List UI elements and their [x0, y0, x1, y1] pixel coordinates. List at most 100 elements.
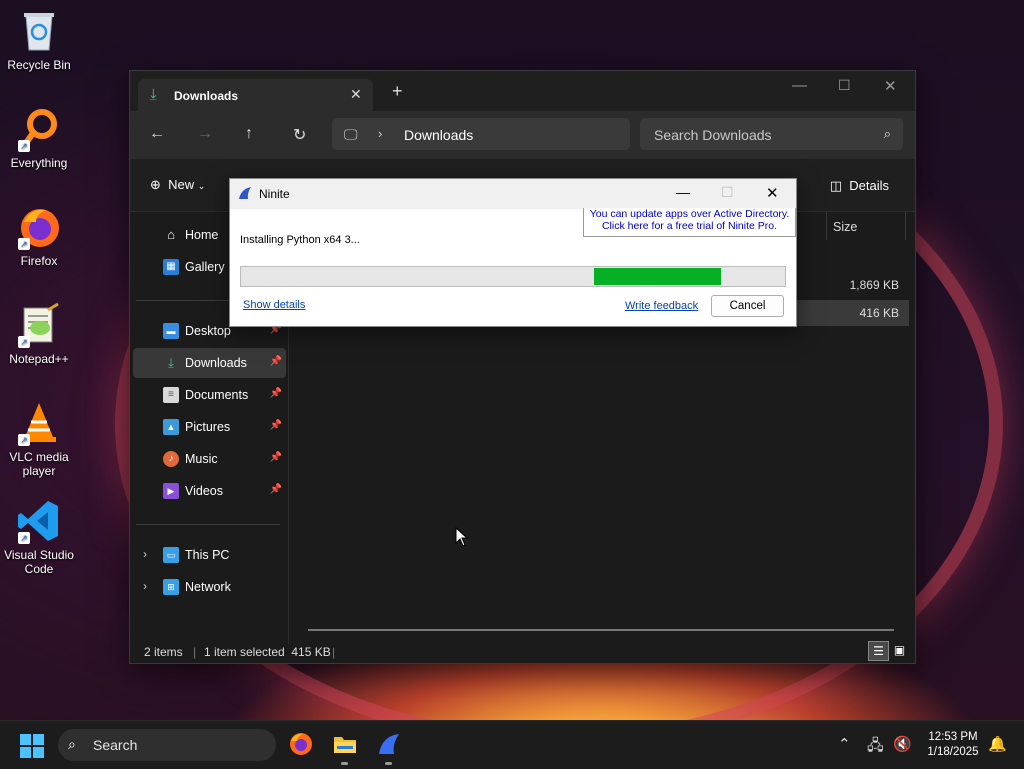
minimize-button[interactable]: —: [676, 184, 690, 200]
back-button[interactable]: ←: [149, 125, 165, 143]
promo-line: Click here for a free trial of Ninite Pr…: [601, 220, 778, 232]
new-tab-button[interactable]: +: [392, 82, 403, 100]
sidebar-item-music[interactable]: ♪ Music 📌: [133, 444, 286, 474]
ninite-logo-icon: [238, 186, 252, 200]
desktop-icon-label: Recycle Bin: [7, 58, 71, 72]
desktop-icon: ▬: [163, 323, 179, 339]
pin-icon[interactable]: 📌: [270, 356, 282, 367]
details-label: Details: [849, 178, 889, 193]
taskbar-clock[interactable]: 12:53 PM 1/18/2025: [920, 730, 986, 760]
vlc-icon: ↗: [16, 400, 62, 446]
sidebar-item-label: Home: [185, 228, 219, 242]
install-progress-bar: [240, 266, 786, 287]
desktop-icon-firefox[interactable]: ↗ Firefox: [1, 204, 77, 268]
cancel-button[interactable]: Cancel: [711, 295, 784, 317]
chevron-right-icon[interactable]: ›: [143, 547, 147, 561]
this-pc-icon: ▭: [163, 547, 179, 563]
details-pane-icon: ◫: [829, 178, 843, 193]
ninite-pro-promo-link[interactable]: You can update apps over Active Director…: [583, 208, 796, 237]
everything-search-icon: ↗: [16, 106, 62, 152]
tab-title: Downloads: [174, 89, 239, 103]
running-indicator: [385, 762, 392, 765]
running-indicator: [341, 762, 348, 765]
sidebar-item-downloads[interactable]: ⤓ Downloads 📌: [133, 348, 286, 378]
tiles-view-icon[interactable]: ▣: [890, 641, 909, 659]
status-separator: |: [193, 645, 197, 659]
taskbar-app-ninite[interactable]: [375, 731, 403, 765]
breadcrumb-downloads[interactable]: Downloads: [404, 127, 473, 143]
gallery-icon: ▦: [163, 259, 179, 275]
start-button[interactable]: [20, 734, 44, 758]
pictures-icon: ▲: [163, 419, 179, 435]
videos-icon: ▶: [163, 483, 179, 499]
install-progress-fill: [593, 268, 722, 285]
column-header-size[interactable]: Size: [826, 212, 906, 240]
close-tab-icon[interactable]: ✕: [350, 86, 362, 103]
minimize-button[interactable]: —: [792, 77, 807, 94]
search-icon: ⌕: [883, 126, 891, 141]
chevron-right-icon[interactable]: ›: [143, 579, 147, 593]
sidebar-item-this-pc[interactable]: › ▭ This PC: [133, 540, 286, 570]
desktop-icon-recycle-bin[interactable]: Recycle Bin: [1, 8, 77, 72]
firefox-icon: ↗: [16, 204, 62, 250]
notepad-plus-plus-icon: ↗: [16, 302, 62, 348]
monitor-icon: 🖵: [344, 126, 358, 142]
sidebar-item-label: Music: [185, 452, 218, 466]
search-placeholder: Search Downloads: [654, 127, 772, 143]
ninite-icon: [379, 734, 399, 754]
forward-button[interactable]: →: [197, 125, 213, 143]
desktop-icon-vscode[interactable]: ↗ Visual Studio Code: [1, 498, 77, 576]
desktop-icon-vlc[interactable]: ↗ VLC media player: [1, 400, 77, 478]
search-box[interactable]: Search Downloads ⌕: [640, 118, 903, 150]
new-button[interactable]: ⊕ New ⌄: [150, 177, 205, 193]
tab-downloads[interactable]: ⤓ Downloads ✕: [138, 79, 373, 111]
status-separator: |: [332, 645, 336, 659]
desktop-icon-notepad-plus-plus[interactable]: ↗ Notepad++: [1, 302, 77, 366]
up-button[interactable]: ↑: [245, 125, 253, 143]
notifications-bell-icon[interactable]: 🔔: [988, 735, 1007, 753]
breadcrumb-separator: ›: [378, 126, 383, 141]
maximize-button[interactable]: ☐: [838, 77, 851, 94]
install-status-text: Installing Python x64 3...: [240, 234, 360, 246]
network-status-icon[interactable]: 🖧: [867, 735, 884, 760]
sidebar-divider: [136, 524, 280, 525]
close-window-button[interactable]: ✕: [884, 77, 897, 95]
pin-icon[interactable]: 📌: [270, 452, 282, 463]
pin-icon[interactable]: 📌: [270, 484, 282, 495]
vscode-icon: ↗: [16, 498, 62, 544]
close-dialog-button[interactable]: ✕: [766, 184, 779, 202]
write-feedback-link[interactable]: Write feedback: [625, 300, 698, 312]
music-icon: ♪: [163, 451, 179, 467]
horizontal-scrollbar[interactable]: [308, 629, 894, 631]
sidebar-item-label: This PC: [185, 548, 230, 562]
sidebar-item-network[interactable]: › ⊞ Network: [133, 572, 286, 602]
download-arrow-icon: ⤓: [150, 86, 157, 103]
details-view-icon[interactable]: ☰: [868, 641, 889, 661]
taskbar-app-firefox[interactable]: [287, 731, 315, 759]
sidebar-item-label: Network: [185, 580, 231, 594]
refresh-button[interactable]: ↻: [293, 125, 306, 145]
sidebar-item-label: Documents: [185, 388, 249, 402]
taskbar-app-file-explorer[interactable]: [331, 731, 359, 765]
show-details-link[interactable]: Show details: [243, 299, 305, 311]
desktop-icon-everything[interactable]: ↗ Everything: [1, 106, 77, 170]
plus-circle-icon: ⊕: [150, 177, 161, 192]
address-bar[interactable]: 🖵 › Downloads: [332, 118, 630, 150]
pin-icon[interactable]: 📌: [270, 388, 282, 399]
sidebar-item-documents[interactable]: ≡ Documents 📌: [133, 380, 286, 410]
volume-muted-icon[interactable]: 🔇: [893, 735, 912, 753]
pin-icon[interactable]: 📌: [270, 420, 282, 431]
sidebar-item-label: Desktop: [185, 324, 231, 338]
desktop-icon-label: VLC media player: [9, 450, 69, 478]
details-pane-button[interactable]: ◫ Details: [830, 178, 889, 194]
show-hidden-icons-chevron-icon[interactable]: ⌃: [838, 735, 851, 753]
column-header-label: Size: [833, 220, 858, 234]
sidebar-item-videos[interactable]: ▶ Videos 📌: [133, 476, 286, 506]
windows-logo-icon: [20, 734, 31, 745]
sidebar-item-pictures[interactable]: ▲ Pictures 📌: [133, 412, 286, 442]
windows-logo-icon: [33, 747, 44, 758]
taskbar-search[interactable]: ⌕ Search: [58, 729, 276, 761]
chevron-down-icon: ⌄: [197, 181, 206, 191]
mouse-cursor-icon: [455, 527, 469, 547]
sidebar-item-label: Videos: [185, 484, 223, 498]
